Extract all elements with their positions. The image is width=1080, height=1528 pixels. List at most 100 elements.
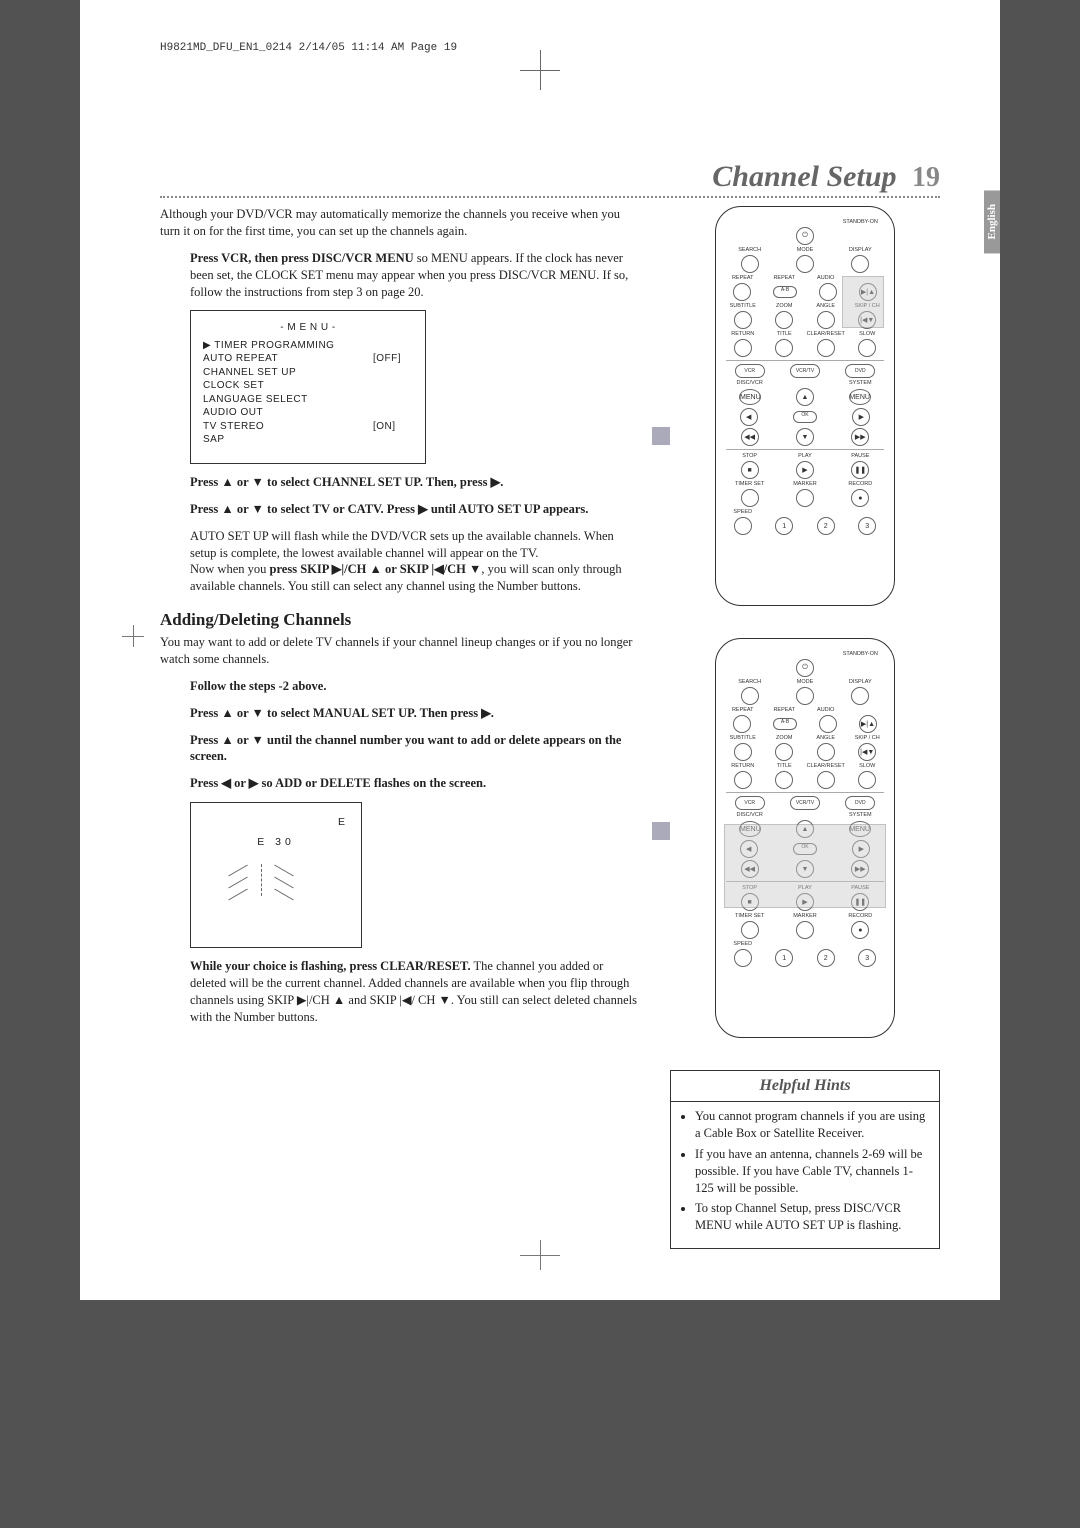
system-menu-button: MENU	[849, 389, 871, 405]
subtitle-icon	[734, 311, 752, 329]
system-menu-button: MENU	[849, 821, 871, 837]
mode-icon	[796, 687, 814, 705]
channel-box-figure: E E 30	[190, 802, 362, 948]
fast-forward-icon: ▶▶	[851, 860, 869, 878]
nav-up-icon: ▲	[796, 388, 814, 406]
num-2-button: 2	[817, 949, 835, 967]
mode-icon	[796, 255, 814, 273]
helpful-hints-title: Helpful Hints	[671, 1071, 939, 1102]
antenna-icon	[201, 860, 351, 900]
step-3-followup: AUTO SET UP will flash while the DVD/VCR…	[190, 528, 642, 596]
audio-icon	[819, 283, 837, 301]
speed-icon	[734, 517, 752, 535]
timer-set-icon	[741, 921, 759, 939]
astep-5: While your choice is flashing, press CLE…	[190, 958, 642, 1026]
slow-icon	[858, 339, 876, 357]
vcr-tv-button: VCR/TV	[790, 796, 820, 810]
chapter-title-text: Channel Setup	[712, 160, 896, 193]
language-tab: English	[984, 190, 1000, 253]
nav-left-icon: ◀	[740, 840, 758, 858]
helpful-hints-body: You cannot program channels if you are u…	[671, 1102, 939, 1248]
ab-repeat-icon: A-B	[773, 286, 797, 298]
crop-mark-top-icon	[520, 50, 560, 90]
dvd-button: DVD	[845, 796, 875, 810]
disc-vcr-menu-button: MENU	[739, 821, 761, 837]
menu-row: CHANNEL SET UP	[203, 366, 413, 380]
num-1-button: 1	[775, 517, 793, 535]
play-icon: ▶	[796, 893, 814, 911]
title-icon	[775, 339, 793, 357]
menu-row: AUTO REPEAT[OFF]	[203, 352, 413, 366]
num-1-button: 1	[775, 949, 793, 967]
page-number: 19	[912, 162, 940, 193]
left-column: Although your DVD/VCR may automatically …	[160, 206, 642, 1249]
title-icon	[775, 771, 793, 789]
print-header-meta: H9821MD_DFU_EN1_0214 2/14/05 11:14 AM Pa…	[160, 42, 457, 54]
right-column: STANDBY-ON ⏻ SEARCHMODEDISPLAY REPEATREP…	[670, 206, 940, 1249]
menu-row: ▶ TIMER PROGRAMMING	[203, 339, 413, 353]
crop-mark-left-icon	[122, 625, 144, 647]
step-2: Press ▲ or ▼ to select CHANNEL SET UP. T…	[190, 474, 642, 491]
ok-button: OK	[793, 843, 817, 855]
marker-icon	[796, 489, 814, 507]
stop-icon: ■	[741, 893, 759, 911]
nav-left-icon: ◀	[740, 408, 758, 426]
astep-5-lead: While your choice is flashing, press CLE…	[190, 959, 471, 973]
repeat-icon	[733, 715, 751, 733]
standby-icon: ⏻	[796, 659, 814, 677]
hint-item: If you have an antenna, channels 2-69 wi…	[695, 1146, 929, 1197]
menu-row: SAP	[203, 433, 413, 447]
pause-icon: ❚❚	[851, 893, 869, 911]
slow-icon	[858, 771, 876, 789]
menu-row: LANGUAGE SELECT	[203, 393, 413, 407]
onscreen-menu-figure: - M E N U - ▶ TIMER PROGRAMMING AUTO REP…	[190, 310, 426, 464]
display-icon	[851, 687, 869, 705]
record-icon: ●	[851, 489, 869, 507]
menu-row: CLOCK SET	[203, 379, 413, 393]
step-1-lead: Press VCR, then press DISC/VCR MENU	[190, 251, 414, 265]
standby-icon: ⏻	[796, 227, 814, 245]
step-1: Press VCR, then press DISC/VCR MENU so M…	[190, 250, 642, 301]
disc-vcr-menu-button: MENU	[739, 389, 761, 405]
angle-icon	[817, 311, 835, 329]
astep-3: Press ▲ or ▼ until the channel number yo…	[190, 732, 642, 766]
remote-figure-2: STANDBY-ON ⏻ SEARCHMODEDISPLAY REPEATREP…	[715, 638, 895, 1038]
astep-1: Follow the steps -2 above.	[190, 678, 642, 695]
clear-reset-icon	[817, 771, 835, 789]
chbox-line2: E 30	[201, 835, 351, 849]
stop-icon: ■	[741, 461, 759, 479]
vcr-button: VCR	[735, 796, 765, 810]
adding-intro: You may want to add or delete TV channel…	[160, 634, 642, 668]
return-icon	[734, 771, 752, 789]
subtitle-icon	[734, 743, 752, 761]
nav-right-icon: ▶	[852, 840, 870, 858]
zoom-icon	[775, 311, 793, 329]
play-icon: ▶	[796, 461, 814, 479]
hint-item: You cannot program channels if you are u…	[695, 1108, 929, 1142]
rewind-icon: ◀◀	[741, 860, 759, 878]
pause-icon: ❚❚	[851, 461, 869, 479]
num-3-button: 3	[858, 949, 876, 967]
nav-down-icon: ▼	[796, 428, 814, 446]
search-icon	[741, 687, 759, 705]
ab-repeat-icon: A-B	[773, 718, 797, 730]
num-2-button: 2	[817, 517, 835, 535]
intro-paragraph: Although your DVD/VCR may automatically …	[160, 206, 642, 240]
skip-next-icon: ▶|▲	[859, 283, 877, 301]
vcr-button: VCR	[735, 364, 765, 378]
repeat-icon	[733, 283, 751, 301]
rewind-icon: ◀◀	[741, 428, 759, 446]
chapter-title: Channel Setup 19	[160, 160, 940, 198]
nav-down-icon: ▼	[796, 860, 814, 878]
astep-4: Press ◀ or ▶ so ADD or DELETE flashes on…	[190, 775, 642, 792]
menu-row: TV STEREO[ON]	[203, 420, 413, 434]
astep-2: Press ▲ or ▼ to select MANUAL SET UP. Th…	[190, 705, 642, 722]
speed-icon	[734, 949, 752, 967]
display-icon	[851, 255, 869, 273]
search-icon	[741, 255, 759, 273]
nav-up-icon: ▲	[796, 820, 814, 838]
remote-figure-1: STANDBY-ON ⏻ SEARCHMODEDISPLAY REPEATREP…	[715, 206, 895, 606]
marker-icon	[796, 921, 814, 939]
return-icon	[734, 339, 752, 357]
num-3-button: 3	[858, 517, 876, 535]
